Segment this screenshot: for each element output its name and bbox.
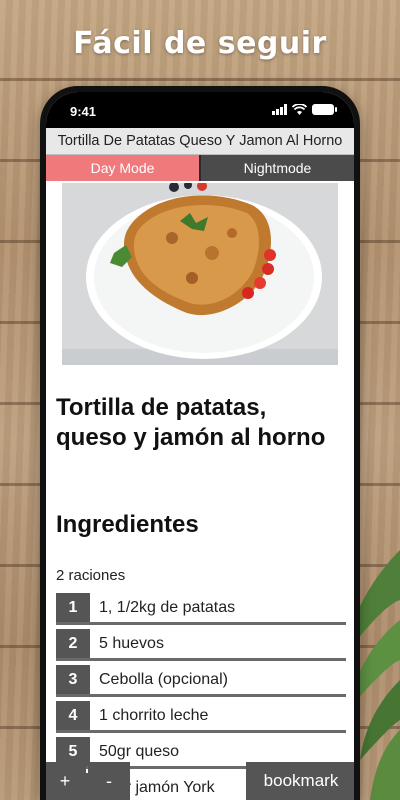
notch: [104, 92, 296, 120]
wifi-icon: [292, 104, 307, 115]
phone-screen: 9:41 Tortilla De Patatas Queso Y Jamon A…: [46, 92, 354, 800]
item-number: 2: [56, 629, 90, 658]
status-icons: [272, 104, 337, 115]
list-item: 1 1, 1/2kg de patatas: [56, 593, 346, 625]
servings-text: 2 raciones: [56, 567, 126, 584]
item-text: 1, 1/2kg de patatas: [99, 598, 236, 616]
item-text: Cebolla (opcional): [99, 670, 228, 688]
recipe-photo: [62, 183, 338, 365]
list-item: 3 Cebolla (opcional): [56, 665, 346, 697]
status-time: 9:41: [70, 104, 97, 119]
item-number: 3: [56, 665, 90, 694]
phone-frame: 9:41 Tortilla De Patatas Queso Y Jamon A…: [40, 86, 360, 800]
zoom-out-button[interactable]: -: [88, 762, 130, 800]
recipe-title: Tortilla de patatas, queso y jamón al ho…: [56, 394, 326, 451]
item-text: 1 chorrito leche: [99, 706, 209, 724]
item-number: 1: [56, 593, 90, 622]
recipe-content[interactable]: Tortilla de patatas, queso y jamón al ho…: [46, 181, 354, 800]
day-mode-button[interactable]: Day Mode: [46, 155, 199, 181]
bookmark-button[interactable]: bookmark: [246, 762, 354, 800]
app-title-bar: Tortilla De Patatas Queso Y Jamon Al Hor…: [46, 128, 354, 155]
list-item: 4 1 chorrito leche: [56, 701, 346, 733]
zoom-in-button[interactable]: +: [46, 762, 86, 800]
night-mode-button[interactable]: Nightmode: [199, 155, 354, 181]
item-number: 4: [56, 701, 90, 730]
status-bar: 9:41: [46, 92, 354, 128]
item-text: 5 huevos: [99, 634, 164, 652]
mode-toggle: Day Mode Nightmode: [46, 155, 354, 181]
list-item: 2 5 huevos: [56, 629, 346, 661]
ingredients-heading: Ingredientes: [56, 511, 199, 538]
signal-icon: [272, 104, 287, 115]
promo-headline: Fácil de seguir: [73, 26, 327, 61]
battery-icon: [312, 104, 337, 115]
